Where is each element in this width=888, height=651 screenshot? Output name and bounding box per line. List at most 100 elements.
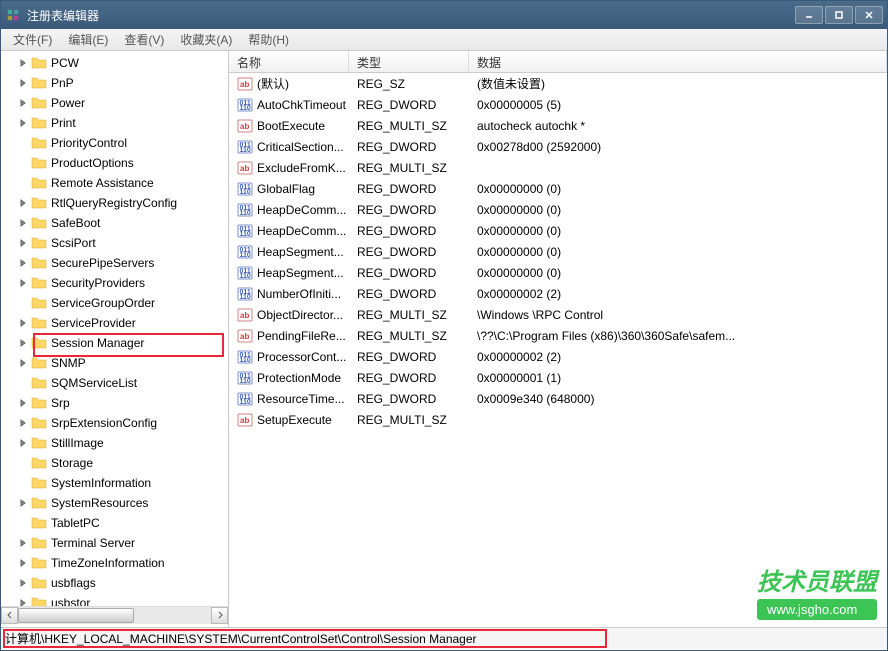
expand-icon[interactable] — [17, 417, 29, 429]
tree-item[interactable]: SafeBoot — [1, 213, 228, 233]
expand-icon[interactable] — [17, 257, 29, 269]
menu-file[interactable]: 文件(F) — [5, 29, 60, 50]
list-row[interactable]: BootExecute REG_MULTI_SZ autocheck autoc… — [229, 115, 887, 136]
tree-item[interactable]: StillImage — [1, 433, 228, 453]
column-name[interactable]: 名称 — [229, 51, 349, 72]
tree-item[interactable]: PCW — [1, 53, 228, 73]
list-row[interactable]: ProtectionMode REG_DWORD 0x00000001 (1) — [229, 367, 887, 388]
expand-icon[interactable] — [17, 397, 29, 409]
expand-icon[interactable] — [17, 97, 29, 109]
tree-item[interactable]: Srp — [1, 393, 228, 413]
menu-view[interactable]: 查看(V) — [116, 29, 172, 50]
expand-icon[interactable] — [17, 497, 29, 509]
tree-item[interactable]: SecurePipeServers — [1, 253, 228, 273]
tree-item[interactable]: SecurityProviders — [1, 273, 228, 293]
menu-favorites[interactable]: 收藏夹(A) — [172, 29, 240, 50]
tree-item[interactable]: TimeZoneInformation — [1, 553, 228, 573]
tree-item[interactable]: usbflags — [1, 573, 228, 593]
list-body[interactable]: (默认) REG_SZ (数值未设置) AutoChkTimeout REG_D… — [229, 73, 887, 627]
list-row[interactable]: HeapDeComm... REG_DWORD 0x00000000 (0) — [229, 199, 887, 220]
column-type[interactable]: 类型 — [349, 51, 469, 72]
list-row[interactable]: ResourceTime... REG_DWORD 0x0009e340 (64… — [229, 388, 887, 409]
expand-icon[interactable] — [17, 377, 29, 389]
cell-type: REG_DWORD — [349, 98, 469, 112]
minimize-button[interactable] — [795, 6, 823, 24]
list-row[interactable]: GlobalFlag REG_DWORD 0x00000000 (0) — [229, 178, 887, 199]
expand-icon[interactable] — [17, 77, 29, 89]
expand-icon[interactable] — [17, 117, 29, 129]
horizontal-scrollbar[interactable] — [1, 606, 228, 623]
expand-icon[interactable] — [17, 277, 29, 289]
tree-item[interactable]: ServiceGroupOrder — [1, 293, 228, 313]
list-row[interactable]: NumberOfIniti... REG_DWORD 0x00000002 (2… — [229, 283, 887, 304]
tree-item[interactable]: Terminal Server — [1, 533, 228, 553]
list-row[interactable]: HeapDeComm... REG_DWORD 0x00000000 (0) — [229, 220, 887, 241]
tree-item[interactable]: SrpExtensionConfig — [1, 413, 228, 433]
close-button[interactable] — [855, 6, 883, 24]
cell-name: BootExecute — [229, 118, 349, 134]
menu-help[interactable]: 帮助(H) — [240, 29, 297, 50]
expand-icon[interactable] — [17, 57, 29, 69]
expand-icon[interactable] — [17, 297, 29, 309]
list-row[interactable]: AutoChkTimeout REG_DWORD 0x00000005 (5) — [229, 94, 887, 115]
list-row[interactable]: SetupExecute REG_MULTI_SZ — [229, 409, 887, 430]
tree-item[interactable]: ScsiPort — [1, 233, 228, 253]
tree-label: TimeZoneInformation — [51, 556, 165, 570]
tree-item[interactable]: PnP — [1, 73, 228, 93]
scroll-track[interactable] — [18, 607, 211, 624]
cell-name: ResourceTime... — [229, 391, 349, 407]
list-row[interactable]: HeapSegment... REG_DWORD 0x00000000 (0) — [229, 241, 887, 262]
list-row[interactable]: ExcludeFromK... REG_MULTI_SZ — [229, 157, 887, 178]
cell-name: NumberOfIniti... — [229, 286, 349, 302]
expand-icon[interactable] — [17, 517, 29, 529]
expand-icon[interactable] — [17, 537, 29, 549]
tree-item[interactable]: ProductOptions — [1, 153, 228, 173]
tree-item[interactable]: Session Manager — [1, 333, 228, 353]
tree-body[interactable]: PCW PnP Power Print PriorityControl Prod… — [1, 51, 228, 606]
list-row[interactable]: CriticalSection... REG_DWORD 0x00278d00 … — [229, 136, 887, 157]
tree-item[interactable]: Storage — [1, 453, 228, 473]
tree-item[interactable]: SystemResources — [1, 493, 228, 513]
tree-item[interactable]: Power — [1, 93, 228, 113]
expand-icon[interactable] — [17, 317, 29, 329]
menu-edit[interactable]: 编辑(E) — [60, 29, 116, 50]
list-panel: 名称 类型 数据 (默认) REG_SZ (数值未设置) AutoChkTime… — [229, 51, 887, 627]
expand-icon[interactable] — [17, 477, 29, 489]
tree-item[interactable]: Remote Assistance — [1, 173, 228, 193]
list-row[interactable]: (默认) REG_SZ (数值未设置) — [229, 73, 887, 94]
maximize-button[interactable] — [825, 6, 853, 24]
tree-item[interactable]: TabletPC — [1, 513, 228, 533]
tree-item[interactable]: usbstor — [1, 593, 228, 606]
tree-item[interactable]: Print — [1, 113, 228, 133]
expand-icon[interactable] — [17, 197, 29, 209]
expand-icon[interactable] — [17, 557, 29, 569]
tree-item[interactable]: SQMServiceList — [1, 373, 228, 393]
tree-item[interactable]: PriorityControl — [1, 133, 228, 153]
list-row[interactable]: HeapSegment... REG_DWORD 0x00000000 (0) — [229, 262, 887, 283]
expand-icon[interactable] — [17, 597, 29, 606]
folder-icon — [31, 436, 47, 450]
expand-icon[interactable] — [17, 217, 29, 229]
tree-item[interactable]: SystemInformation — [1, 473, 228, 493]
expand-icon[interactable] — [17, 457, 29, 469]
expand-icon[interactable] — [17, 577, 29, 589]
column-data[interactable]: 数据 — [469, 51, 887, 72]
scroll-thumb[interactable] — [18, 608, 134, 623]
tree-item[interactable]: ServiceProvider — [1, 313, 228, 333]
tree-item[interactable]: RtlQueryRegistryConfig — [1, 193, 228, 213]
expand-icon[interactable] — [17, 177, 29, 189]
expand-icon[interactable] — [17, 157, 29, 169]
tree-item[interactable]: SNMP — [1, 353, 228, 373]
scroll-left-button[interactable] — [1, 607, 18, 624]
expand-icon[interactable] — [17, 357, 29, 369]
tree-label: SrpExtensionConfig — [51, 416, 157, 430]
expand-icon[interactable] — [17, 437, 29, 449]
expand-icon[interactable] — [17, 337, 29, 349]
expand-icon[interactable] — [17, 237, 29, 249]
list-row[interactable]: ObjectDirector... REG_MULTI_SZ \Windows … — [229, 304, 887, 325]
scroll-right-button[interactable] — [211, 607, 228, 624]
list-row[interactable]: ProcessorCont... REG_DWORD 0x00000002 (2… — [229, 346, 887, 367]
cell-type: REG_SZ — [349, 77, 469, 91]
expand-icon[interactable] — [17, 137, 29, 149]
list-row[interactable]: PendingFileRe... REG_MULTI_SZ \??\C:\Pro… — [229, 325, 887, 346]
